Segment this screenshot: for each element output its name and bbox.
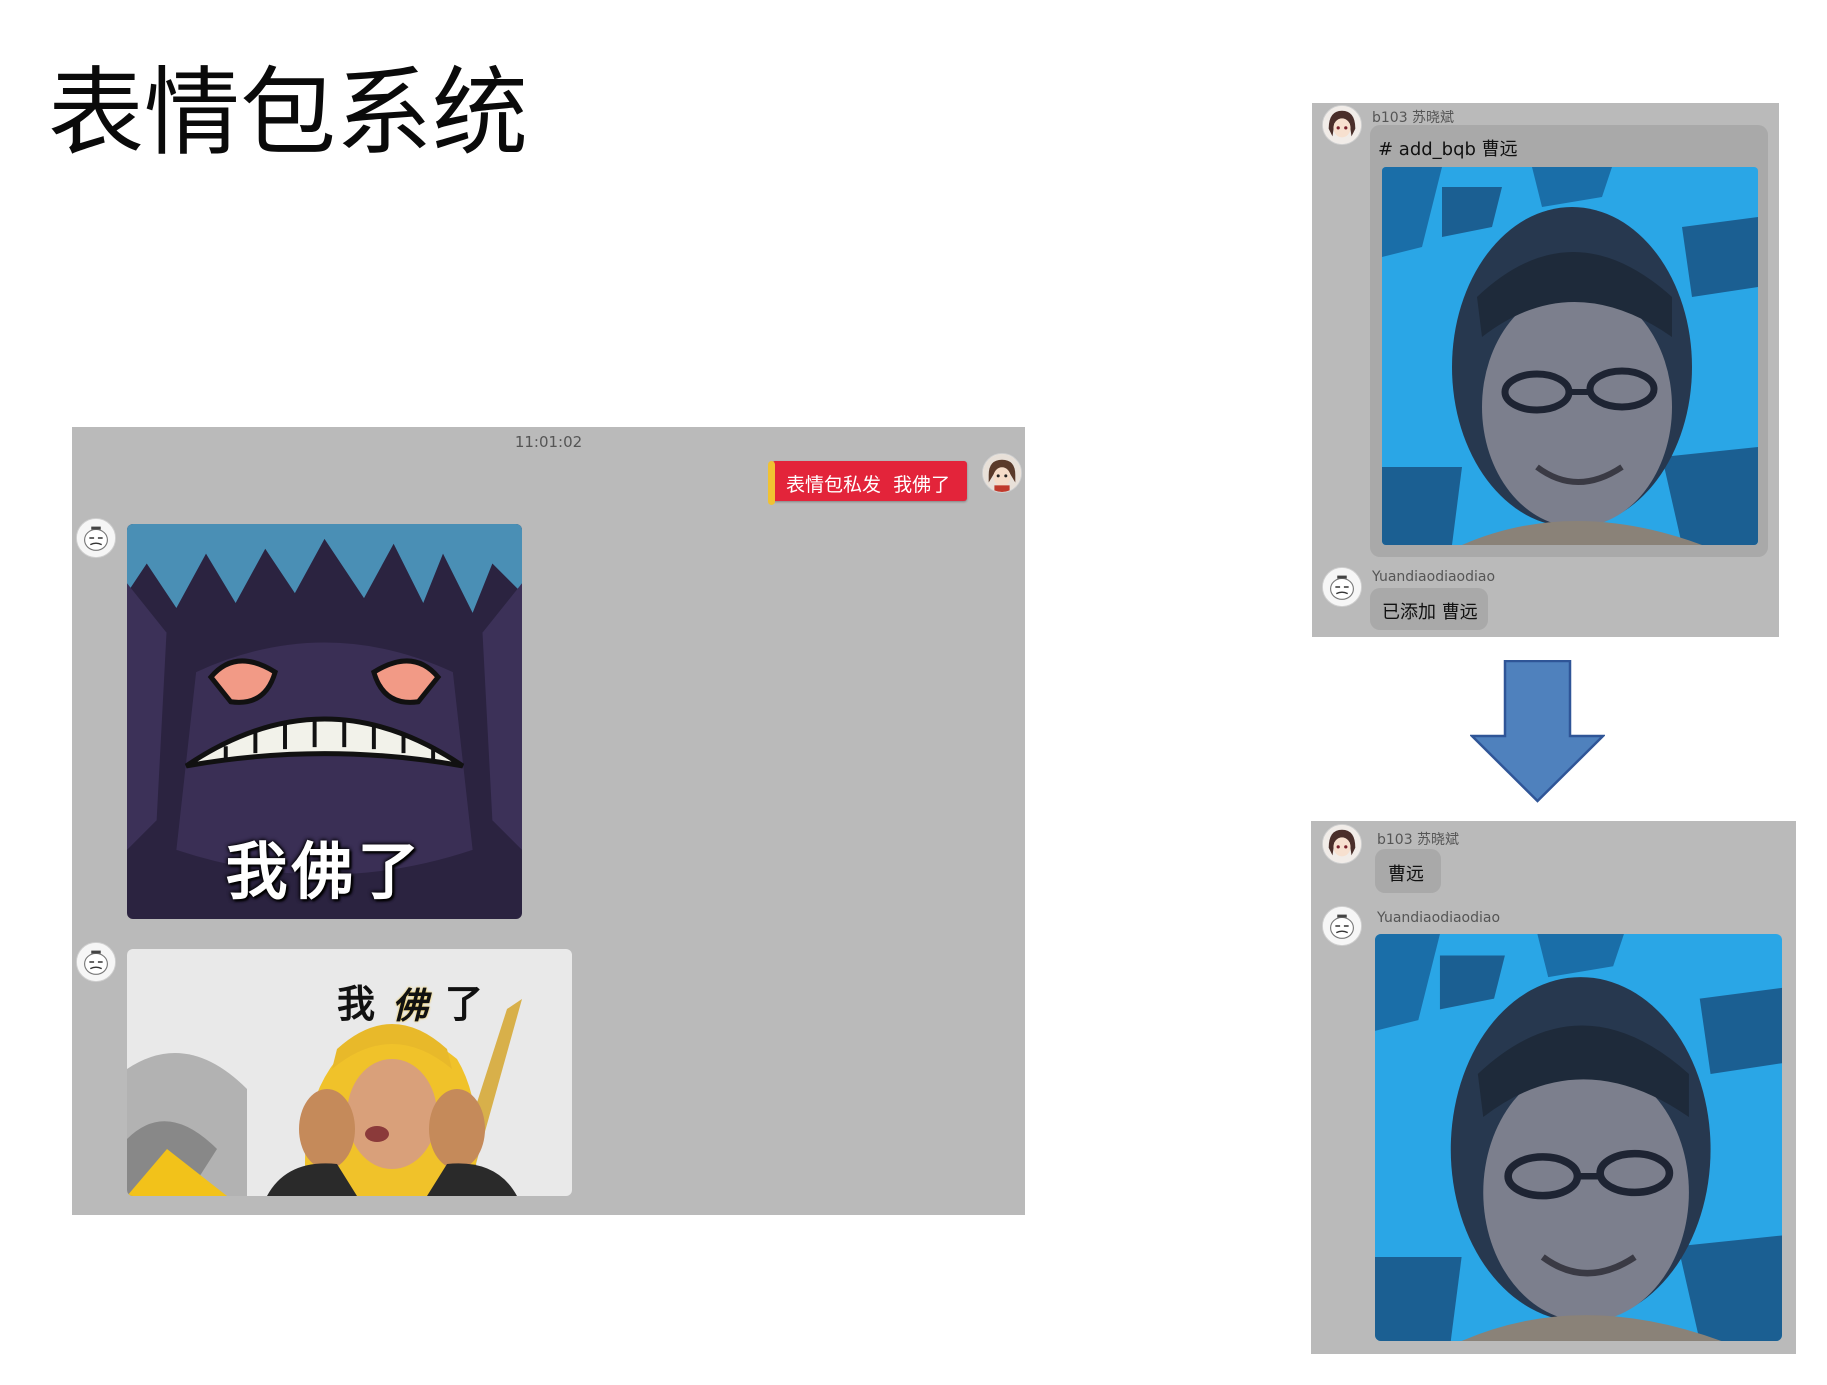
message-bubble[interactable]: # add_bqb 曹远 [1370, 125, 1768, 557]
message-text: 已添加 曹远 [1382, 602, 1478, 623]
sent-sticker-photo[interactable] [1375, 934, 1782, 1341]
self-avatar[interactable] [982, 453, 1022, 493]
message-text: 曹远 [1388, 864, 1424, 885]
sticker-caption-mid: 佛 [392, 986, 429, 1027]
sticker-image-monkey-king[interactable]: 我 佛 了 [127, 949, 572, 1196]
timestamp: 11:01:02 [514, 433, 583, 451]
sticker-caption-left: 我 [337, 982, 376, 1026]
down-arrow-icon [1468, 659, 1607, 803]
sticker-caption-right: 了 [445, 982, 484, 1026]
sticker-image-monster[interactable]: 我佛了 [127, 524, 522, 919]
sender-name: b103 苏晓斌 [1372, 110, 1455, 126]
top-right-chat-panel: b103 苏晓斌 # add_bqb 曹远 Yuandiaodiaodiao 已… [1312, 103, 1779, 637]
bot-avatar[interactable] [1322, 906, 1362, 946]
user-avatar[interactable] [1322, 105, 1362, 145]
message-bubble[interactable]: 已添加 曹远 [1370, 588, 1488, 630]
sticker-caption: 我佛了 [225, 835, 424, 908]
bot-avatar[interactable] [76, 518, 116, 558]
sender-name: b103 苏晓斌 [1377, 832, 1460, 848]
bottom-right-chat-panel: b103 苏晓斌 曹远 Yuandiaodiaodiao [1311, 821, 1796, 1354]
slide-title: 表情包系统 [48, 57, 528, 169]
scroll-edge-decoration [768, 461, 775, 505]
outgoing-message-bubble[interactable]: 表情包私发 我佛了 [768, 461, 967, 505]
message-text: # add_bqb 曹远 [1378, 139, 1518, 160]
left-chat-panel: 11:01:02 表情包私发 我佛了 我佛了 我 佛 了 [72, 427, 1025, 1215]
bot-avatar[interactable] [76, 942, 116, 982]
user-avatar[interactable] [1322, 824, 1362, 864]
bot-avatar[interactable] [1322, 567, 1362, 607]
sender-name: Yuandiaodiaodiao [1372, 569, 1496, 585]
sender-name: Yuandiaodiaodiao [1377, 910, 1501, 926]
outgoing-message-text: 表情包私发 我佛了 [786, 474, 951, 496]
attached-photo[interactable] [1382, 167, 1758, 545]
message-bubble[interactable]: 曹远 [1375, 849, 1441, 893]
